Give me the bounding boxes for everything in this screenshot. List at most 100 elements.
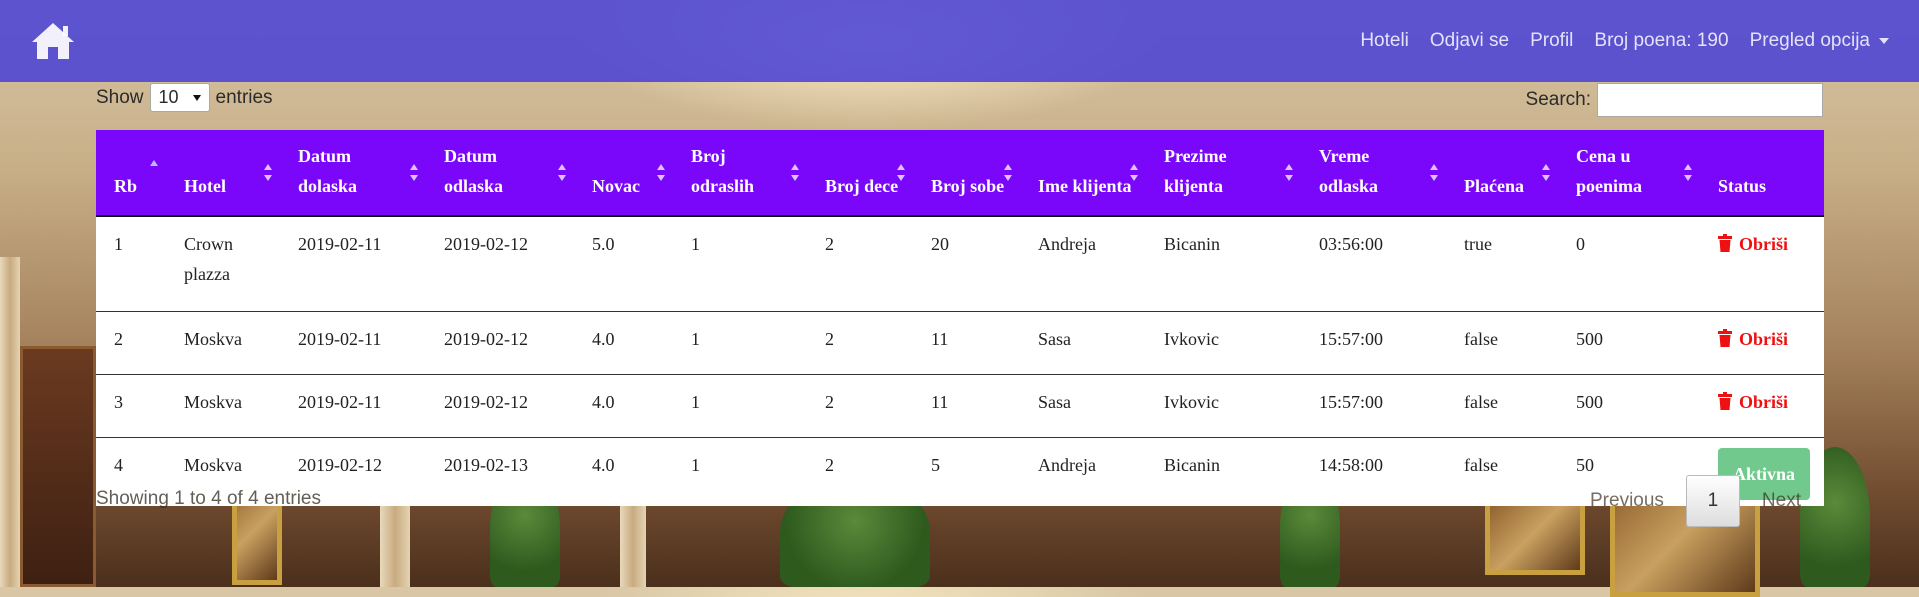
cell-datum-odlaska: 2019-02-12	[426, 374, 574, 438]
cell-ime: Sasa	[1020, 374, 1146, 438]
column-header-vreme-odlaska[interactable]: Vreme odlaska	[1301, 130, 1446, 217]
sort-icon	[897, 164, 905, 182]
trash-icon	[1718, 329, 1732, 347]
nav-link-logout[interactable]: Odjavi se	[1430, 30, 1509, 52]
cell-broj-dece: 2	[807, 311, 913, 375]
select-arrow-icon	[192, 94, 201, 101]
delete-label: Obriši	[1739, 392, 1789, 412]
table-info: Showing 1 to 4 of 4 entries	[96, 488, 321, 509]
trash-icon	[1718, 234, 1732, 252]
home-icon[interactable]	[30, 20, 76, 62]
entries-select-value: 10	[158, 87, 179, 107]
cell-hotel: Crown plazza	[184, 234, 233, 284]
options-dropdown[interactable]: Pregled opcija	[1750, 30, 1889, 52]
reservations-table: Rb Hotel Datum dolaska Datum odlaska Nov…	[96, 130, 1824, 506]
cell-broj-odraslih: 1	[673, 311, 807, 375]
nav-link-hoteli[interactable]: Hoteli	[1360, 30, 1409, 52]
cell-cena: 500	[1558, 311, 1700, 375]
delete-button[interactable]: Obriši	[1718, 324, 1788, 354]
cell-broj-dece: 2	[825, 234, 834, 254]
cell-rb: 2	[96, 311, 166, 375]
cell-prezime: Bicanin	[1146, 437, 1301, 506]
column-header-datum-odlaska[interactable]: Datum odlaska	[426, 130, 574, 217]
delete-button[interactable]: Obriši	[1718, 387, 1788, 417]
cell-datum-dolaska: 2019-02-11	[280, 374, 426, 438]
cell-broj-dece: 2	[807, 374, 913, 438]
cell-hotel: Moskva	[166, 374, 280, 438]
cell-datum-odlaska: 2019-02-12	[444, 234, 528, 254]
cell-rb: 1	[114, 234, 123, 254]
delete-button[interactable]: Obriši	[1718, 229, 1788, 259]
column-header-novac[interactable]: Novac	[574, 130, 673, 217]
column-header-cena[interactable]: Cena u poenima	[1558, 130, 1700, 217]
column-header-hotel[interactable]: Hotel	[166, 130, 280, 217]
cell-status: Obriši	[1700, 374, 1824, 438]
cell-prezime: Ivkovic	[1146, 311, 1301, 375]
options-dropdown-label: Pregled opcija	[1749, 30, 1870, 51]
table-row: 1 Crown plazza 2019-02-11 2019-02-12 5.0…	[96, 216, 1824, 312]
cell-placena: false	[1446, 311, 1558, 375]
cell-datum-dolaska: 2019-02-11	[298, 234, 382, 254]
sort-icon	[791, 164, 799, 182]
cell-datum-odlaska: 2019-02-12	[426, 311, 574, 375]
sort-icon	[657, 164, 665, 182]
cell-vreme-odlaska: 15:57:00	[1301, 311, 1446, 375]
next-page-button[interactable]: Next	[1762, 490, 1801, 512]
navbar: Hoteli Odjavi se Profil Broj poena: 190 …	[0, 0, 1919, 82]
cell-cena: 0	[1576, 234, 1585, 254]
cell-novac: 4.0	[574, 374, 673, 438]
cell-prezime: Bicanin	[1164, 234, 1220, 254]
column-header-prezime-klijenta[interactable]: Prezime klijenta	[1146, 130, 1301, 217]
previous-page-button[interactable]: Previous	[1590, 490, 1664, 512]
entries-select[interactable]: 10	[149, 83, 210, 112]
cell-prezime: Ivkovic	[1146, 374, 1301, 438]
search-input[interactable]	[1597, 83, 1823, 117]
cell-vreme-odlaska: 03:56:00	[1319, 234, 1384, 254]
cell-broj-sobe: 11	[913, 374, 1020, 438]
nav-link-profile[interactable]: Profil	[1530, 30, 1573, 52]
entries-label: entries	[215, 86, 273, 108]
column-header-status[interactable]: Status	[1700, 130, 1824, 217]
cell-broj-odraslih: 1	[673, 374, 807, 438]
cell-datum-odlaska: 2019-02-13	[426, 437, 574, 506]
column-header-broj-sobe[interactable]: Broj sobe	[913, 130, 1020, 217]
sort-icon	[1004, 164, 1012, 182]
cell-novac: 5.0	[592, 234, 615, 254]
column-header-datum-dolaska[interactable]: Datum dolaska	[280, 130, 426, 217]
cell-broj-sobe: 20	[931, 234, 949, 254]
page-button-1[interactable]: 1	[1685, 475, 1740, 527]
pagination: Previous 1 Next	[1568, 475, 1823, 527]
entries-length-control: Show 10 entries	[96, 83, 273, 112]
cell-status: Obriši	[1700, 311, 1824, 375]
column-header-placena[interactable]: Plaćena	[1446, 130, 1558, 217]
cell-novac: 4.0	[574, 437, 673, 506]
column-header-rb[interactable]: Rb	[96, 130, 166, 217]
cell-broj-sobe: 11	[913, 311, 1020, 375]
show-label: Show	[96, 86, 144, 108]
sort-icon	[1130, 164, 1138, 182]
delete-label: Obriši	[1739, 234, 1789, 254]
cell-broj-dece: 2	[807, 437, 913, 506]
cell-ime: Andreja	[1020, 437, 1146, 506]
cell-datum-dolaska: 2019-02-11	[280, 311, 426, 375]
column-header-ime-klijenta[interactable]: Ime klijenta	[1020, 130, 1146, 217]
search-label: Search:	[1525, 89, 1591, 110]
table-row: 2 Moskva 2019-02-11 2019-02-12 4.0 1 2 1…	[96, 311, 1824, 375]
points-display: Broj poena: 190	[1594, 30, 1729, 51]
delete-label: Obriši	[1739, 329, 1789, 349]
column-header-broj-odraslih[interactable]: Broj odraslih	[673, 130, 807, 217]
sort-icon	[1430, 164, 1438, 182]
sort-icon	[558, 164, 566, 182]
sort-icon	[264, 164, 272, 182]
cell-broj-sobe: 5	[913, 437, 1020, 506]
cell-rb: 3	[96, 374, 166, 438]
sort-icon	[1684, 164, 1692, 182]
table-row: 4 Moskva 2019-02-12 2019-02-13 4.0 1 2 5…	[96, 437, 1824, 506]
column-header-broj-dece[interactable]: Broj dece	[807, 130, 913, 217]
cell-vreme-odlaska: 15:57:00	[1301, 374, 1446, 438]
sort-icon	[1285, 164, 1293, 182]
cell-broj-odraslih: 1	[673, 437, 807, 506]
table-row: 3 Moskva 2019-02-11 2019-02-12 4.0 1 2 1…	[96, 374, 1824, 438]
cell-placena: false	[1446, 437, 1558, 506]
cell-novac: 4.0	[574, 311, 673, 375]
